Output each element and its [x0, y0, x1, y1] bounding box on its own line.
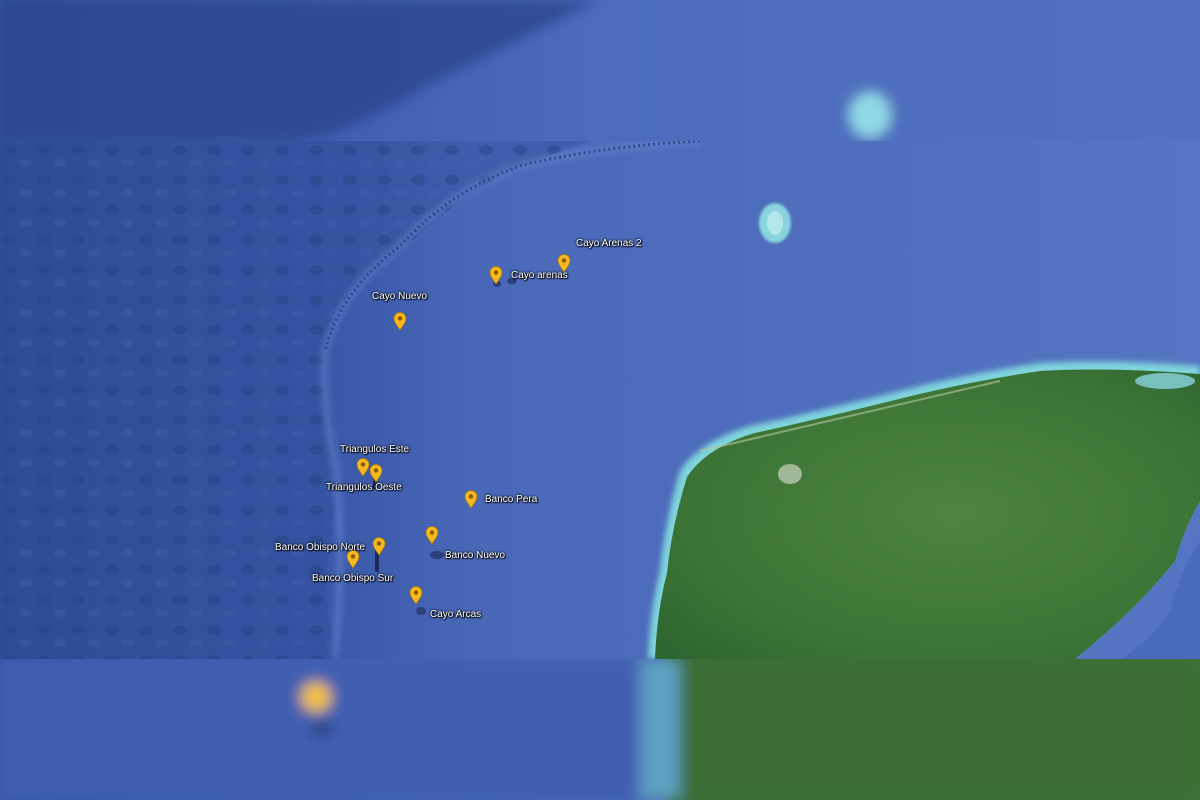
- satellite-map[interactable]: [0, 141, 1200, 659]
- pin-icon[interactable]: [409, 586, 423, 605]
- marker-label-triangulos-oeste[interactable]: Triangulos Oeste: [326, 483, 402, 493]
- pin-icon[interactable]: [557, 254, 571, 273]
- pin-icon[interactable]: [356, 458, 370, 477]
- pin-icon[interactable]: [464, 490, 478, 509]
- map-screenshot: Cayo Arenas 2 Cayo arenas Cayo Nuevo Tri…: [0, 0, 1200, 800]
- marker-label-cayo-arenas-2[interactable]: Cayo Arenas 2: [576, 239, 642, 249]
- marker-label-triangulos-este[interactable]: Triangulos Este: [340, 445, 409, 455]
- blurred-bottom-band: [0, 659, 1200, 800]
- marker-label-banco-nuevo[interactable]: Banco Nuevo: [445, 551, 505, 561]
- pin-icon[interactable]: [372, 537, 386, 556]
- marker-label-cayo-arcas[interactable]: Cayo Arcas: [430, 610, 481, 620]
- pin-icon[interactable]: [425, 526, 439, 545]
- marker-label-banco-obispo-sur[interactable]: Banco Obispo Sur: [312, 574, 393, 584]
- pin-icon[interactable]: [393, 312, 407, 331]
- marker-label-cayo-nuevo[interactable]: Cayo Nuevo: [372, 292, 427, 302]
- blurred-top-band: [0, 0, 1200, 141]
- marker-label-banco-pera[interactable]: Banco Pera: [485, 495, 537, 505]
- pin-icon[interactable]: [489, 266, 503, 285]
- pin-icon[interactable]: [369, 464, 383, 483]
- pin-icon[interactable]: [346, 550, 360, 569]
